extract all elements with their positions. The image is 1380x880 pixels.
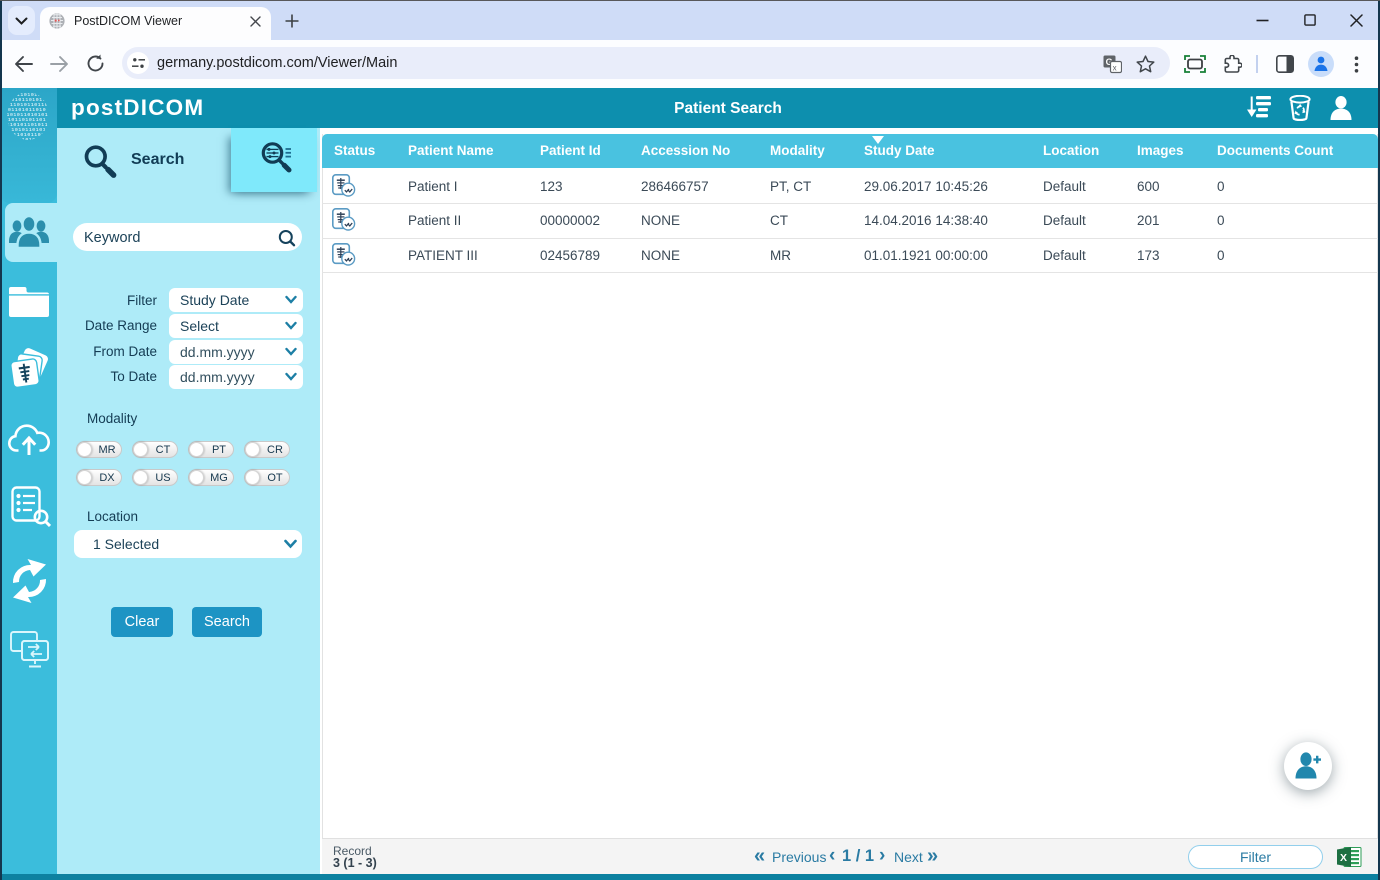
svg-text:X: X	[1340, 852, 1347, 864]
svg-text:x: x	[1113, 64, 1117, 73]
svg-text:1101011010110: 1101011010110	[5, 137, 46, 141]
